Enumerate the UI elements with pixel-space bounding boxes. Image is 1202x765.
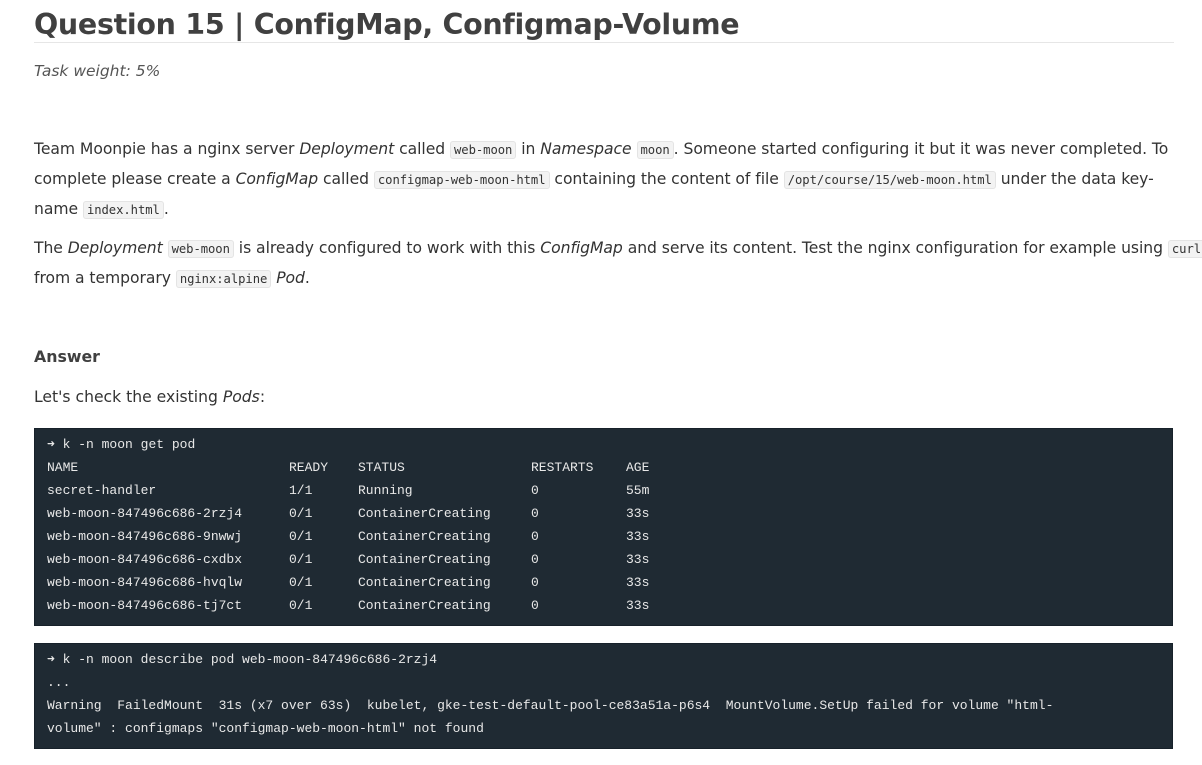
- task-line-2: complete please create a ConfigMap calle…: [34, 165, 1174, 195]
- cell: 0: [531, 529, 539, 544]
- cell: secret-handler: [47, 483, 157, 498]
- code-header-row: NAME READY STATUS RESTARTS AGE: [47, 456, 1160, 479]
- cell: 0/1: [289, 552, 313, 567]
- text-emphasis: Deployment: [67, 239, 163, 257]
- cell: 33s: [626, 598, 650, 613]
- text: .: [163, 200, 169, 218]
- cell: 33s: [626, 529, 650, 544]
- check-pods-text: Let's check the existing Pods:: [34, 388, 265, 406]
- cell: ContainerCreating: [358, 598, 491, 613]
- text: name: [34, 200, 83, 218]
- text: Let's check the existing: [34, 388, 223, 406]
- code-block-describe-pod[interactable]: ➜ k -n moon describe pod web-moon-847496…: [34, 643, 1173, 749]
- inline-code-configmap-name: configmap-web-moon-html: [373, 171, 550, 189]
- text: :: [259, 388, 266, 406]
- inline-code-curl: curl: [1167, 240, 1202, 258]
- question-heading: Question 15 | ConfigMap, Configmap-Volum…: [34, 6, 1174, 43]
- inline-code-web-moon: web-moon: [167, 240, 234, 258]
- cell: 0/1: [289, 506, 313, 521]
- text: in: [516, 140, 541, 158]
- cell: 0: [531, 598, 539, 613]
- cell: ContainerCreating: [358, 529, 491, 544]
- col-name-header: NAME: [47, 460, 79, 475]
- cell: ContainerCreating: [358, 506, 491, 521]
- cell: 55m: [626, 483, 650, 498]
- answer-heading: Answer: [34, 347, 100, 366]
- code-line: Warning FailedMount 31s (x7 over 63s) ku…: [47, 698, 1054, 713]
- text: Team Moonpie has a nginx server: [34, 140, 300, 158]
- cell: 0: [531, 552, 539, 567]
- code-row: web-moon-847496c686-tj7ct 0/1 ContainerC…: [47, 594, 1160, 617]
- inline-code-web-moon: web-moon: [450, 141, 517, 159]
- cell: 1/1: [289, 483, 313, 498]
- code-command: ➜ k -n moon get pod: [47, 437, 196, 452]
- code-line: ...: [47, 675, 71, 690]
- task-test-description: The Deployment web-moon is already confi…: [34, 234, 1202, 294]
- code-row: web-moon-847496c686-hvqlw 0/1 ContainerC…: [47, 571, 1160, 594]
- text: containing the content of file: [549, 170, 784, 188]
- col-restarts-header: RESTARTS: [531, 460, 594, 475]
- text: from a temporary: [34, 269, 176, 287]
- text: and serve its content. Test the nginx co…: [622, 239, 1168, 257]
- cell: 33s: [626, 552, 650, 567]
- task-line-1: Team Moonpie has a nginx server Deployme…: [34, 135, 1174, 165]
- code-line: ➜ k -n moon describe pod web-moon-847496…: [47, 652, 438, 667]
- cell: web-moon-847496c686-hvqlw: [47, 575, 243, 590]
- inline-code-file-path: /opt/course/15/web-moon.html: [783, 171, 996, 189]
- text: called: [394, 140, 451, 158]
- text: The: [34, 239, 68, 257]
- cell: 0: [531, 575, 539, 590]
- text: under the data key-: [995, 170, 1154, 188]
- inline-code-nginx-alpine: nginx:alpine: [175, 270, 272, 288]
- cell: web-moon-847496c686-cxdbx: [47, 552, 243, 567]
- code-row: web-moon-847496c686-cxdbx 0/1 ContainerC…: [47, 548, 1160, 571]
- inline-code-index-html: index.html: [82, 201, 164, 219]
- cell: 33s: [626, 506, 650, 521]
- code-row: web-moon-847496c686-9nwwj 0/1 ContainerC…: [47, 525, 1160, 548]
- cell: ContainerCreating: [358, 552, 491, 567]
- col-status-header: STATUS: [358, 460, 405, 475]
- text: [632, 140, 637, 158]
- text-emphasis: Pod: [276, 269, 305, 287]
- text-emphasis: ConfigMap: [540, 239, 623, 257]
- cell: Running: [358, 483, 413, 498]
- cell: web-moon-847496c686-2rzj4: [47, 506, 243, 521]
- cell: 0: [531, 483, 539, 498]
- text: [163, 239, 168, 257]
- cell: web-moon-847496c686-9nwwj: [47, 529, 243, 544]
- code-line: volume" : configmaps "configmap-web-moon…: [47, 721, 484, 736]
- inline-code-moon: moon: [636, 141, 674, 159]
- cell: 0/1: [289, 598, 313, 613]
- text-emphasis: ConfigMap: [235, 170, 319, 188]
- col-age-header: AGE: [626, 460, 650, 475]
- text-emphasis: Namespace: [540, 140, 632, 158]
- col-ready-header: READY: [289, 460, 329, 475]
- code-row: secret-handler 1/1 Running 0 55m: [47, 479, 1160, 502]
- task-description: Team Moonpie has a nginx server Deployme…: [34, 135, 1174, 225]
- cell: ContainerCreating: [358, 575, 491, 590]
- cell: 0/1: [289, 529, 313, 544]
- task-weight: Task weight: 5%: [34, 62, 161, 80]
- task-line-3: name index.html.: [34, 195, 1174, 225]
- cell: 0/1: [289, 575, 313, 590]
- text: called: [318, 170, 374, 188]
- cell: 0: [531, 506, 539, 521]
- test-line-2: from a temporary nginx:alpine Pod.: [34, 264, 1174, 294]
- code-row: web-moon-847496c686-2rzj4 0/1 ContainerC…: [47, 502, 1160, 525]
- text-emphasis: Deployment: [299, 140, 395, 158]
- text: complete please create a: [34, 170, 236, 188]
- cell: 33s: [626, 575, 650, 590]
- text-emphasis: Pods: [222, 388, 260, 406]
- test-line-1: The Deployment web-moon is already confi…: [34, 234, 1202, 264]
- code-block-get-pod[interactable]: ➜ k -n moon get pod NAME READY STATUS RE…: [34, 428, 1173, 626]
- text: . Someone started configuring it but it …: [673, 140, 1169, 158]
- text: is already configured to work with this: [233, 239, 541, 257]
- text: .: [304, 269, 310, 287]
- cell: web-moon-847496c686-tj7ct: [47, 598, 243, 613]
